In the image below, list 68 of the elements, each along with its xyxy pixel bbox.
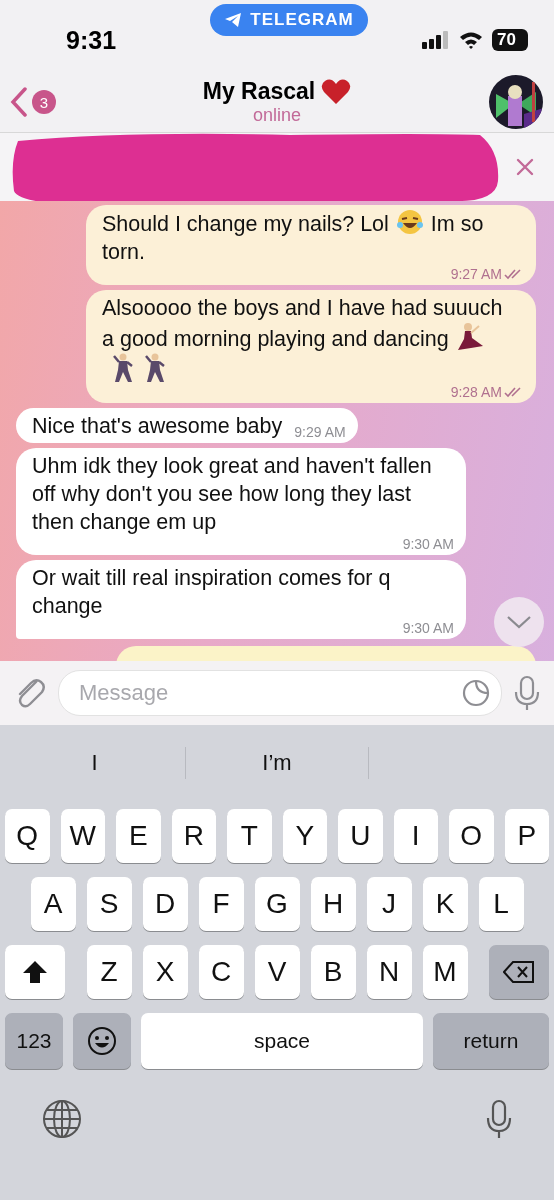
- dancing-man-icon: [112, 353, 134, 383]
- letter-key[interactable]: M: [422, 945, 468, 999]
- microphone-icon[interactable]: [514, 675, 540, 711]
- letter-key[interactable]: E: [116, 809, 161, 863]
- message-time: 9:30 AM: [402, 620, 454, 636]
- unread-badge: 3: [32, 90, 56, 114]
- message-text: Uhm idk they look great and haven't fallen off why don't you see how long they last then change em up: [32, 453, 433, 536]
- heart-icon: [321, 78, 352, 105]
- dancing-man-icon: [144, 353, 166, 383]
- letter-key[interactable]: K: [422, 877, 468, 931]
- smiley-icon: [87, 1026, 117, 1056]
- app-pill[interactable]: TELEGRAM: [210, 4, 368, 36]
- backspace-icon: [503, 961, 535, 983]
- signal-icon: [422, 31, 450, 49]
- paper-plane-icon: [224, 12, 243, 28]
- letter-key[interactable]: J: [366, 877, 412, 931]
- letter-key[interactable]: R: [171, 809, 216, 863]
- letter-key[interactable]: C: [198, 945, 244, 999]
- message-text: Should I change my nails? Lol Im so torn.: [102, 209, 504, 266]
- battery-level: 70: [492, 29, 528, 51]
- message-time: 9:27 AM: [450, 266, 502, 282]
- suggestion[interactable]: I: [4, 750, 186, 776]
- laughing-face-icon: [396, 209, 423, 235]
- message-text: Nice that's awesome baby: [32, 413, 283, 440]
- letter-key[interactable]: D: [142, 877, 188, 931]
- chevron-down-icon: [506, 615, 532, 629]
- numbers-key[interactable]: 123: [5, 1013, 63, 1069]
- letter-key[interactable]: U: [338, 809, 383, 863]
- suggestion[interactable]: I’m: [186, 750, 368, 776]
- letter-key[interactable]: P: [504, 809, 549, 863]
- message-text: Or wait till real inspiration comes for q change: [32, 565, 392, 620]
- clock-time: 9:31: [66, 25, 117, 55]
- emoji-key[interactable]: [73, 1013, 131, 1069]
- message-time: 9:28 AM: [450, 384, 502, 400]
- letter-key[interactable]: Q: [5, 809, 50, 863]
- back-chevron-icon[interactable]: [10, 87, 28, 117]
- sticker-icon[interactable]: [461, 678, 491, 708]
- letter-key[interactable]: T: [227, 809, 272, 863]
- letter-key[interactable]: Y: [282, 809, 327, 863]
- letter-key[interactable]: F: [198, 877, 244, 931]
- return-key[interactable]: return: [433, 1013, 549, 1069]
- wifi-icon: [459, 31, 483, 49]
- online-status: online: [252, 105, 301, 126]
- chat-title: My Rascal: [202, 78, 316, 105]
- letter-key[interactable]: S: [86, 877, 132, 931]
- shift-arrow-icon: [22, 960, 48, 984]
- message-time: 9:30 AM: [402, 536, 454, 552]
- backspace-key[interactable]: [489, 945, 549, 999]
- close-icon[interactable]: [516, 158, 534, 176]
- letter-key[interactable]: O: [449, 809, 494, 863]
- message-text: Alsooooo the boys and I have had suuuch a good morning playing and dancing: [102, 294, 504, 384]
- letter-key[interactable]: N: [366, 945, 412, 999]
- letter-key[interactable]: G: [254, 877, 300, 931]
- letter-key[interactable]: H: [310, 877, 356, 931]
- shift-key[interactable]: [5, 945, 65, 999]
- letter-key[interactable]: A: [30, 877, 76, 931]
- microphone-icon[interactable]: [486, 1099, 512, 1139]
- message-field[interactable]: Message: [58, 670, 502, 716]
- letter-key[interactable]: W: [60, 809, 105, 863]
- letter-key[interactable]: V: [254, 945, 300, 999]
- letter-key[interactable]: I: [393, 809, 438, 863]
- message-time: 9:29 AM: [294, 424, 346, 440]
- letter-key[interactable]: X: [142, 945, 188, 999]
- letter-key[interactable]: L: [478, 877, 524, 931]
- letter-key[interactable]: B: [310, 945, 356, 999]
- space-key[interactable]: space: [141, 1013, 423, 1069]
- letter-key[interactable]: Z: [86, 945, 132, 999]
- globe-icon[interactable]: [42, 1099, 82, 1139]
